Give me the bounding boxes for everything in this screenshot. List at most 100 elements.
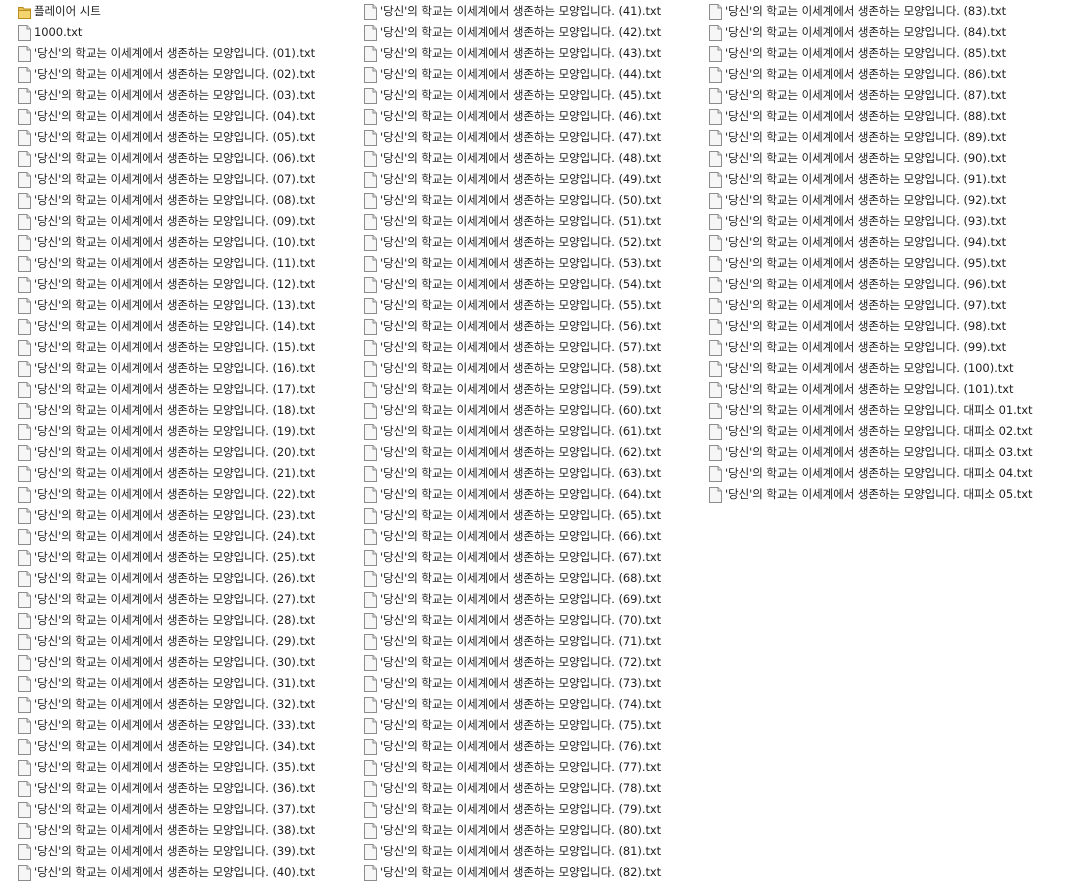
file-item[interactable]: '당신'의 학교는 이세계에서 생존하는 모양입니다. (68).txt: [364, 568, 661, 589]
file-item[interactable]: '당신'의 학교는 이세계에서 생존하는 모양입니다. (89).txt: [709, 127, 1032, 148]
file-item[interactable]: '당신'의 학교는 이세계에서 생존하는 모양입니다. (78).txt: [364, 778, 661, 799]
file-item[interactable]: '당신'의 학교는 이세계에서 생존하는 모양입니다. 대피소 03.txt: [709, 442, 1033, 463]
file-item[interactable]: '당신'의 학교는 이세계에서 생존하는 모양입니다. (12).txt: [18, 274, 315, 295]
file-item[interactable]: '당신'의 학교는 이세계에서 생존하는 모양입니다. (06).txt: [18, 148, 315, 169]
file-item[interactable]: '당신'의 학교는 이세계에서 생존하는 모양입니다. (25).txt: [18, 547, 315, 568]
file-item[interactable]: '당신'의 학교는 이세계에서 생존하는 모양입니다. (08).txt: [18, 190, 315, 211]
file-item[interactable]: '당신'의 학교는 이세계에서 생존하는 모양입니다. (13).txt: [18, 295, 315, 316]
file-item[interactable]: '당신'의 학교는 이세계에서 생존하는 모양입니다. (05).txt: [18, 127, 315, 148]
file-item[interactable]: '당신'의 학교는 이세계에서 생존하는 모양입니다. (53).txt: [364, 253, 661, 274]
file-item[interactable]: '당신'의 학교는 이세계에서 생존하는 모양입니다. (14).txt: [18, 316, 315, 337]
file-item[interactable]: '당신'의 학교는 이세계에서 생존하는 모양입니다. (81).txt: [364, 841, 661, 862]
file-item[interactable]: '당신'의 학교는 이세계에서 생존하는 모양입니다. (100).txt: [709, 358, 1032, 379]
file-item[interactable]: '당신'의 학교는 이세계에서 생존하는 모양입니다. (24).txt: [18, 526, 315, 547]
file-item[interactable]: '당신'의 학교는 이세계에서 생존하는 모양입니다. (72).txt: [364, 652, 661, 673]
file-item[interactable]: '당신'의 학교는 이세계에서 생존하는 모양입니다. (35).txt: [18, 757, 315, 778]
file-item[interactable]: '당신'의 학교는 이세계에서 생존하는 모양입니다. (75).txt: [364, 715, 661, 736]
file-item[interactable]: '당신'의 학교는 이세계에서 생존하는 모양입니다. (31).txt: [18, 673, 315, 694]
file-item[interactable]: '당신'의 학교는 이세계에서 생존하는 모양입니다. (10).txt: [18, 232, 315, 253]
file-item[interactable]: '당신'의 학교는 이세계에서 생존하는 모양입니다. (48).txt: [364, 148, 661, 169]
file-item[interactable]: '당신'의 학교는 이세계에서 생존하는 모양입니다. (43).txt: [364, 43, 661, 64]
file-item[interactable]: '당신'의 학교는 이세계에서 생존하는 모양입니다. (57).txt: [364, 337, 661, 358]
file-item[interactable]: '당신'의 학교는 이세계에서 생존하는 모양입니다. (56).txt: [364, 316, 661, 337]
file-item[interactable]: '당신'의 학교는 이세계에서 생존하는 모양입니다. (86).txt: [709, 64, 1032, 85]
file-item[interactable]: '당신'의 학교는 이세계에서 생존하는 모양입니다. (82).txt: [364, 862, 661, 882]
file-item[interactable]: '당신'의 학교는 이세계에서 생존하는 모양입니다. (47).txt: [364, 127, 661, 148]
file-item[interactable]: '당신'의 학교는 이세계에서 생존하는 모양입니다. (65).txt: [364, 505, 661, 526]
file-item[interactable]: '당신'의 학교는 이세계에서 생존하는 모양입니다. (84).txt: [709, 22, 1032, 43]
file-item[interactable]: '당신'의 학교는 이세계에서 생존하는 모양입니다. (71).txt: [364, 631, 661, 652]
file-item[interactable]: '당신'의 학교는 이세계에서 생존하는 모양입니다. (15).txt: [18, 337, 315, 358]
file-item[interactable]: '당신'의 학교는 이세계에서 생존하는 모양입니다. (55).txt: [364, 295, 661, 316]
file-item[interactable]: '당신'의 학교는 이세계에서 생존하는 모양입니다. (45).txt: [364, 85, 661, 106]
file-item[interactable]: '당신'의 학교는 이세계에서 생존하는 모양입니다. (22).txt: [18, 484, 315, 505]
file-item[interactable]: '당신'의 학교는 이세계에서 생존하는 모양입니다. (18).txt: [18, 400, 315, 421]
file-item[interactable]: '당신'의 학교는 이세계에서 생존하는 모양입니다. (87).txt: [709, 85, 1032, 106]
file-item[interactable]: '당신'의 학교는 이세계에서 생존하는 모양입니다. (54).txt: [364, 274, 661, 295]
file-item[interactable]: '당신'의 학교는 이세계에서 생존하는 모양입니다. (96).txt: [709, 274, 1032, 295]
file-item[interactable]: '당신'의 학교는 이세계에서 생존하는 모양입니다. (90).txt: [709, 148, 1032, 169]
file-item[interactable]: '당신'의 학교는 이세계에서 생존하는 모양입니다. (95).txt: [709, 253, 1032, 274]
file-item[interactable]: '당신'의 학교는 이세계에서 생존하는 모양입니다. (98).txt: [709, 316, 1032, 337]
file-item[interactable]: '당신'의 학교는 이세계에서 생존하는 모양입니다. (61).txt: [364, 421, 661, 442]
file-item[interactable]: '당신'의 학교는 이세계에서 생존하는 모양입니다. 대피소 02.txt: [709, 421, 1033, 442]
file-item[interactable]: '당신'의 학교는 이세계에서 생존하는 모양입니다. (67).txt: [364, 547, 661, 568]
file-item[interactable]: '당신'의 학교는 이세계에서 생존하는 모양입니다. (03).txt: [18, 85, 315, 106]
file-item[interactable]: '당신'의 학교는 이세계에서 생존하는 모양입니다. (85).txt: [709, 43, 1032, 64]
file-item[interactable]: '당신'의 학교는 이세계에서 생존하는 모양입니다. 대피소 05.txt: [709, 484, 1033, 505]
file-item[interactable]: '당신'의 학교는 이세계에서 생존하는 모양입니다. (28).txt: [18, 610, 315, 631]
file-item[interactable]: '당신'의 학교는 이세계에서 생존하는 모양입니다. (51).txt: [364, 211, 661, 232]
file-item[interactable]: '당신'의 학교는 이세계에서 생존하는 모양입니다. (41).txt: [364, 1, 661, 22]
file-item[interactable]: '당신'의 학교는 이세계에서 생존하는 모양입니다. (74).txt: [364, 694, 661, 715]
file-item[interactable]: '당신'의 학교는 이세계에서 생존하는 모양입니다. (37).txt: [18, 799, 315, 820]
file-item[interactable]: '당신'의 학교는 이세계에서 생존하는 모양입니다. (29).txt: [18, 631, 315, 652]
file-item[interactable]: '당신'의 학교는 이세계에서 생존하는 모양입니다. (32).txt: [18, 694, 315, 715]
file-item[interactable]: '당신'의 학교는 이세계에서 생존하는 모양입니다. (88).txt: [709, 106, 1032, 127]
file-item[interactable]: '당신'의 학교는 이세계에서 생존하는 모양입니다. (77).txt: [364, 757, 661, 778]
file-item[interactable]: '당신'의 학교는 이세계에서 생존하는 모양입니다. (73).txt: [364, 673, 661, 694]
file-item[interactable]: '당신'의 학교는 이세계에서 생존하는 모양입니다. (99).txt: [709, 337, 1032, 358]
file-item[interactable]: '당신'의 학교는 이세계에서 생존하는 모양입니다. (91).txt: [709, 169, 1032, 190]
file-item[interactable]: '당신'의 학교는 이세계에서 생존하는 모양입니다. (33).txt: [18, 715, 315, 736]
file-item[interactable]: '당신'의 학교는 이세계에서 생존하는 모양입니다. (01).txt: [18, 43, 315, 64]
file-item[interactable]: '당신'의 학교는 이세계에서 생존하는 모양입니다. (66).txt: [364, 526, 661, 547]
file-item[interactable]: '당신'의 학교는 이세계에서 생존하는 모양입니다. (59).txt: [364, 379, 661, 400]
file-item[interactable]: '당신'의 학교는 이세계에서 생존하는 모양입니다. (40).txt: [18, 862, 315, 882]
file-item[interactable]: '당신'의 학교는 이세계에서 생존하는 모양입니다. (17).txt: [18, 379, 315, 400]
file-item[interactable]: '당신'의 학교는 이세계에서 생존하는 모양입니다. (76).txt: [364, 736, 661, 757]
file-item[interactable]: '당신'의 학교는 이세계에서 생존하는 모양입니다. (21).txt: [18, 463, 315, 484]
file-item[interactable]: '당신'의 학교는 이세계에서 생존하는 모양입니다. (80).txt: [364, 820, 661, 841]
file-item[interactable]: '당신'의 학교는 이세계에서 생존하는 모양입니다. (69).txt: [364, 589, 661, 610]
file-item[interactable]: '당신'의 학교는 이세계에서 생존하는 모양입니다. (34).txt: [18, 736, 315, 757]
file-item[interactable]: '당신'의 학교는 이세계에서 생존하는 모양입니다. (26).txt: [18, 568, 315, 589]
file-item[interactable]: '당신'의 학교는 이세계에서 생존하는 모양입니다. (44).txt: [364, 64, 661, 85]
file-item[interactable]: '당신'의 학교는 이세계에서 생존하는 모양입니다. (09).txt: [18, 211, 315, 232]
file-item[interactable]: '당신'의 학교는 이세계에서 생존하는 모양입니다. (60).txt: [364, 400, 661, 421]
file-item[interactable]: '당신'의 학교는 이세계에서 생존하는 모양입니다. (63).txt: [364, 463, 661, 484]
file-item[interactable]: '당신'의 학교는 이세계에서 생존하는 모양입니다. (11).txt: [18, 253, 315, 274]
file-item[interactable]: '당신'의 학교는 이세계에서 생존하는 모양입니다. (36).txt: [18, 778, 315, 799]
file-item[interactable]: '당신'의 학교는 이세계에서 생존하는 모양입니다. (07).txt: [18, 169, 315, 190]
file-item[interactable]: '당신'의 학교는 이세계에서 생존하는 모양입니다. (49).txt: [364, 169, 661, 190]
file-item[interactable]: 1000.txt: [18, 22, 315, 43]
file-item[interactable]: '당신'의 학교는 이세계에서 생존하는 모양입니다. (58).txt: [364, 358, 661, 379]
file-item[interactable]: '당신'의 학교는 이세계에서 생존하는 모양입니다. (19).txt: [18, 421, 315, 442]
folder-item[interactable]: 플레이어 시트: [18, 1, 315, 22]
file-item[interactable]: '당신'의 학교는 이세계에서 생존하는 모양입니다. (52).txt: [364, 232, 661, 253]
file-item[interactable]: '당신'의 학교는 이세계에서 생존하는 모양입니다. (83).txt: [709, 1, 1032, 22]
file-item[interactable]: '당신'의 학교는 이세계에서 생존하는 모양입니다. 대피소 04.txt: [709, 463, 1033, 484]
file-item[interactable]: '당신'의 학교는 이세계에서 생존하는 모양입니다. (27).txt: [18, 589, 315, 610]
file-item[interactable]: '당신'의 학교는 이세계에서 생존하는 모양입니다. (92).txt: [709, 190, 1032, 211]
file-item[interactable]: '당신'의 학교는 이세계에서 생존하는 모양입니다. (38).txt: [18, 820, 315, 841]
file-item[interactable]: '당신'의 학교는 이세계에서 생존하는 모양입니다. (62).txt: [364, 442, 661, 463]
file-item[interactable]: '당신'의 학교는 이세계에서 생존하는 모양입니다. (70).txt: [364, 610, 661, 631]
file-item[interactable]: '당신'의 학교는 이세계에서 생존하는 모양입니다. (93).txt: [709, 211, 1032, 232]
file-item[interactable]: '당신'의 학교는 이세계에서 생존하는 모양입니다. (97).txt: [709, 295, 1032, 316]
file-item[interactable]: '당신'의 학교는 이세계에서 생존하는 모양입니다. 대피소 01.txt: [709, 400, 1033, 421]
file-item[interactable]: '당신'의 학교는 이세계에서 생존하는 모양입니다. (46).txt: [364, 106, 661, 127]
file-item[interactable]: '당신'의 학교는 이세계에서 생존하는 모양입니다. (101).txt: [709, 379, 1032, 400]
file-item[interactable]: '당신'의 학교는 이세계에서 생존하는 모양입니다. (23).txt: [18, 505, 315, 526]
file-item[interactable]: '당신'의 학교는 이세계에서 생존하는 모양입니다. (02).txt: [18, 64, 315, 85]
file-item[interactable]: '당신'의 학교는 이세계에서 생존하는 모양입니다. (20).txt: [18, 442, 315, 463]
file-item[interactable]: '당신'의 학교는 이세계에서 생존하는 모양입니다. (94).txt: [709, 232, 1032, 253]
